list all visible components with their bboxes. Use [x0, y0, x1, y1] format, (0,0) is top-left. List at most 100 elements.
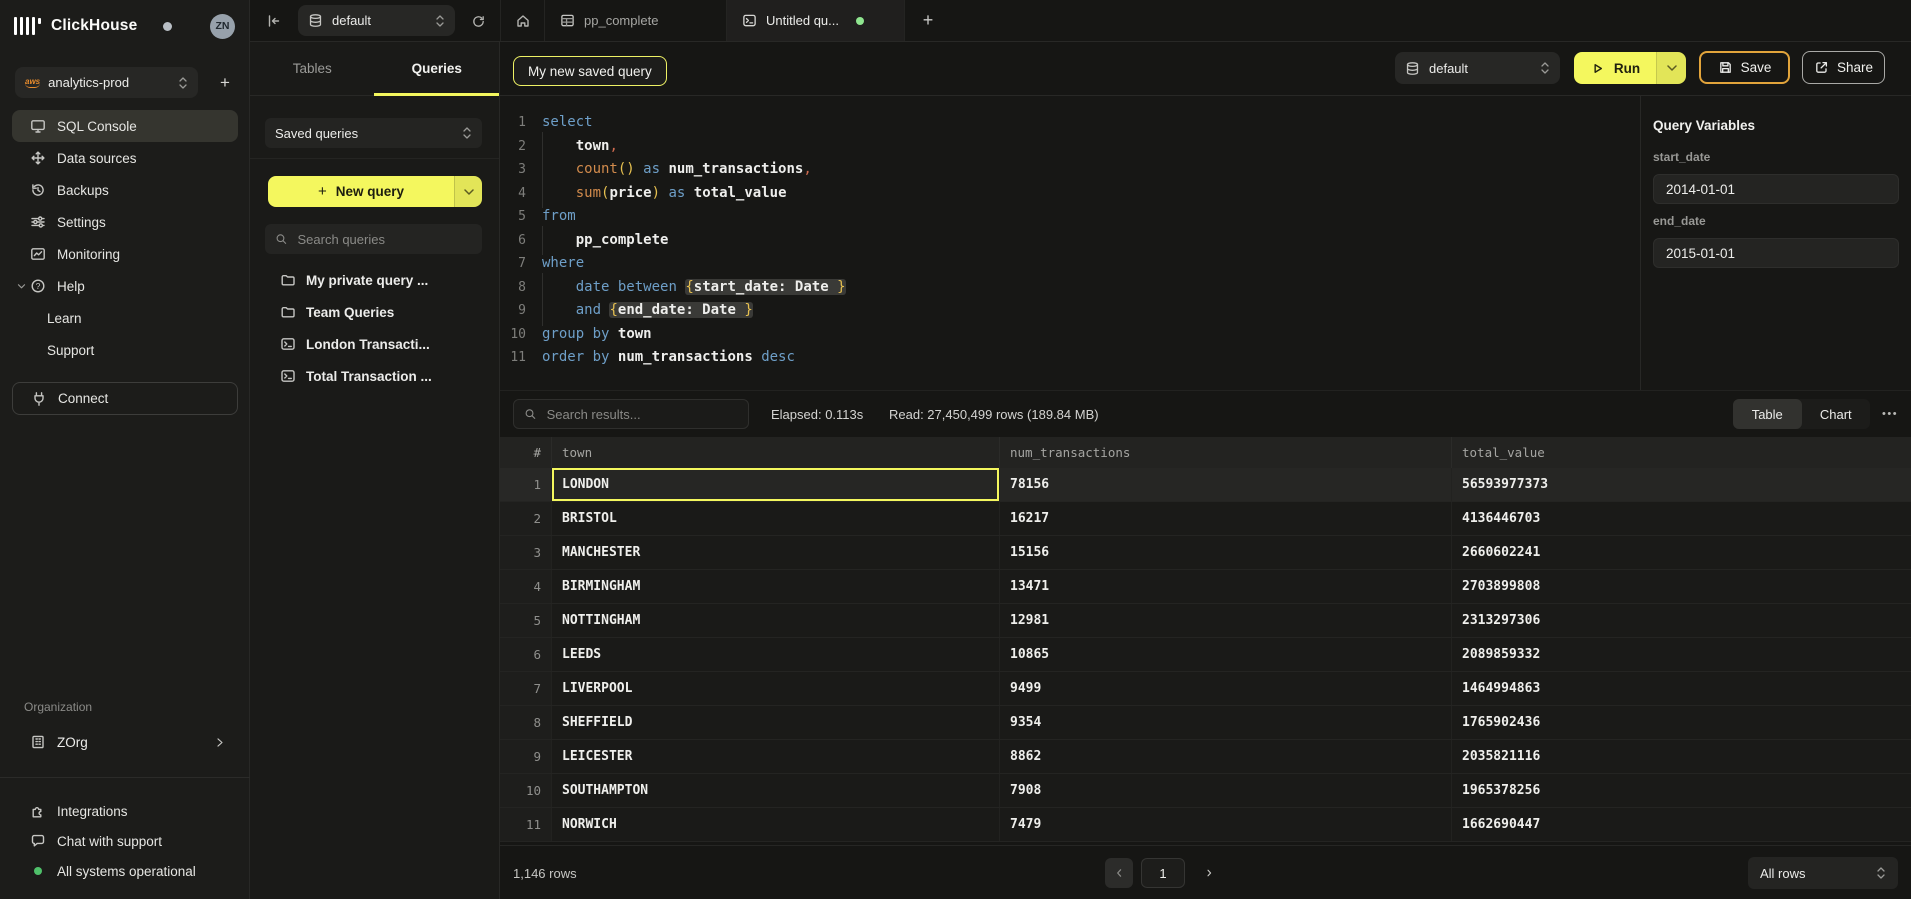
editor-line[interactable]: 5from	[500, 205, 1640, 229]
table-row[interactable]: 8SHEFFIELD93541765902436	[500, 706, 1911, 740]
sidebar-item-chat-support[interactable]: Chat with support	[12, 826, 238, 856]
table-row[interactable]: 2BRISTOL162174136446703	[500, 502, 1911, 536]
sidebar-item-monitoring[interactable]: Monitoring	[12, 238, 238, 270]
table-cell[interactable]: 9354	[1000, 706, 1452, 739]
new-query-dropdown-button[interactable]	[454, 176, 482, 207]
table-cell[interactable]: 2703899808	[1452, 570, 1911, 603]
service-selector[interactable]: aws analytics-prod	[15, 67, 198, 98]
table-cell[interactable]: MANCHESTER	[552, 536, 1000, 569]
table-cell[interactable]: NOTTINGHAM	[552, 604, 1000, 637]
previous-page-button[interactable]	[1105, 858, 1133, 888]
table-cell[interactable]: 56593977373	[1452, 468, 1911, 501]
editor-line[interactable]: 10group by town	[500, 323, 1640, 347]
table-cell[interactable]: 15156	[1000, 536, 1452, 569]
page-size-selector[interactable]: All rows	[1748, 857, 1898, 889]
start-date-input[interactable]	[1653, 174, 1899, 204]
tab-untitled-query[interactable]: Untitled qu...	[727, 0, 905, 41]
table-cell[interactable]: 13471	[1000, 570, 1452, 603]
table-cell[interactable]: LEEDS	[552, 638, 1000, 671]
tab-pp-complete[interactable]: pp_complete	[545, 0, 727, 41]
connect-button[interactable]: Connect	[12, 382, 238, 415]
list-item-folder[interactable]: My private query ...	[250, 264, 499, 296]
system-status[interactable]: All systems operational	[12, 856, 238, 886]
tab-tables[interactable]: Tables	[250, 42, 375, 95]
editor-line[interactable]: 4 sum(price) as total_value	[500, 182, 1640, 206]
refresh-button[interactable]	[466, 9, 490, 33]
save-button[interactable]: Save	[1699, 51, 1790, 84]
table-cell[interactable]: 78156	[1000, 468, 1452, 501]
column-header-total-value[interactable]: total_value	[1452, 437, 1911, 468]
column-header-num-transactions[interactable]: num_transactions	[1000, 437, 1452, 468]
list-item-query[interactable]: London Transacti...	[250, 328, 499, 360]
table-cell[interactable]: 2660602241	[1452, 536, 1911, 569]
table-cell[interactable]: 2313297306	[1452, 604, 1911, 637]
new-tab-button[interactable]: +	[905, 0, 951, 41]
table-cell[interactable]: 9499	[1000, 672, 1452, 705]
editor-line[interactable]: 3 count() as num_transactions,	[500, 158, 1640, 182]
table-cell[interactable]: 7908	[1000, 774, 1452, 807]
notification-dot-icon[interactable]	[163, 22, 172, 31]
table-cell[interactable]: NORWICH	[552, 808, 1000, 841]
table-cell[interactable]: 8862	[1000, 740, 1452, 773]
search-results-input[interactable]	[545, 406, 738, 423]
sidebar-item-support[interactable]: Support	[12, 334, 238, 366]
table-row[interactable]: 6LEEDS108652089859332	[500, 638, 1911, 672]
table-cell[interactable]: SOUTHAMPTON	[552, 774, 1000, 807]
table-cell[interactable]: 2035821116	[1452, 740, 1911, 773]
table-cell[interactable]: 1464994863	[1452, 672, 1911, 705]
table-cell[interactable]: 12981	[1000, 604, 1452, 637]
more-options-button[interactable]: •••	[1876, 399, 1904, 429]
table-cell[interactable]: LONDON	[552, 468, 1000, 501]
list-item-query[interactable]: Total Transaction ...	[250, 360, 499, 392]
table-row[interactable]: 5NOTTINGHAM129812313297306	[500, 604, 1911, 638]
editor-line[interactable]: 1select	[500, 111, 1640, 135]
table-cell[interactable]: LEICESTER	[552, 740, 1000, 773]
topbar-database-selector[interactable]: default	[298, 5, 455, 36]
sidebar-item-data-sources[interactable]: Data sources	[12, 142, 238, 174]
saved-query-name-chip[interactable]: My new saved query	[513, 56, 667, 86]
user-avatar[interactable]: ZN	[210, 14, 235, 39]
share-button[interactable]: Share	[1802, 51, 1885, 84]
table-cell[interactable]: 1965378256	[1452, 774, 1911, 807]
table-row[interactable]: 7LIVERPOOL94991464994863	[500, 672, 1911, 706]
editor-line[interactable]: 11order by num_transactions desc	[500, 346, 1640, 370]
tab-queries[interactable]: Queries	[375, 42, 500, 95]
column-header-index[interactable]: #	[500, 437, 552, 468]
editor-line[interactable]: 2 town,	[500, 135, 1640, 159]
page-number[interactable]: 1	[1141, 858, 1185, 888]
editor-line[interactable]: 6 pp_complete	[500, 229, 1640, 253]
sql-editor[interactable]: 1select2 town,3 count() as num_transacti…	[500, 96, 1640, 390]
tab-home[interactable]	[500, 0, 545, 41]
table-cell[interactable]: LIVERPOOL	[552, 672, 1000, 705]
add-service-button[interactable]: +	[212, 69, 238, 95]
run-dropdown-button[interactable]	[1656, 52, 1686, 84]
list-item-folder[interactable]: Team Queries	[250, 296, 499, 328]
sidebar-item-settings[interactable]: Settings	[12, 206, 238, 238]
next-page-button[interactable]	[1199, 858, 1219, 888]
table-row[interactable]: 9LEICESTER88622035821116	[500, 740, 1911, 774]
saved-queries-filter[interactable]: Saved queries	[265, 118, 482, 148]
table-cell[interactable]: 4136446703	[1452, 502, 1911, 535]
chart-view-button[interactable]: Chart	[1802, 399, 1871, 429]
editor-line[interactable]: 9 and {end_date: Date }	[500, 299, 1640, 323]
sidebar-item-learn[interactable]: Learn	[12, 302, 238, 334]
table-cell[interactable]: BRISTOL	[552, 502, 1000, 535]
table-cell[interactable]: SHEFFIELD	[552, 706, 1000, 739]
table-row[interactable]: 11NORWICH74791662690447	[500, 808, 1911, 842]
table-row[interactable]: 4BIRMINGHAM134712703899808	[500, 570, 1911, 604]
sidebar-item-backups[interactable]: Backups	[12, 174, 238, 206]
table-row[interactable]: 10SOUTHAMPTON79081965378256	[500, 774, 1911, 808]
table-cell[interactable]: 1662690447	[1452, 808, 1911, 841]
run-button[interactable]: Run	[1574, 52, 1656, 84]
organization-selector[interactable]: ZOrg	[12, 726, 238, 758]
table-cell[interactable]: 7479	[1000, 808, 1452, 841]
new-query-button[interactable]: + New query	[268, 176, 454, 207]
table-cell[interactable]: BIRMINGHAM	[552, 570, 1000, 603]
editor-line[interactable]: 8 date between {start_date: Date }	[500, 276, 1640, 300]
sidebar-item-integrations[interactable]: Integrations	[12, 796, 238, 826]
table-cell[interactable]: 1765902436	[1452, 706, 1911, 739]
sidebar-item-sql-console[interactable]: SQL Console	[12, 110, 238, 142]
table-cell[interactable]: 2089859332	[1452, 638, 1911, 671]
run-database-selector[interactable]: default	[1395, 52, 1560, 84]
table-row[interactable]: 1LONDON7815656593977373	[500, 468, 1911, 502]
